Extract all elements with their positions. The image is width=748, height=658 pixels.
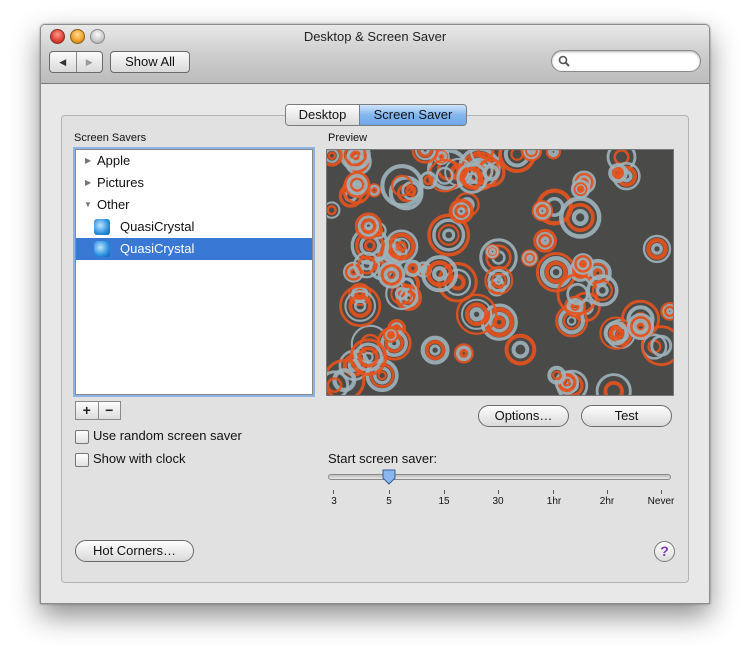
tab-desktop[interactable]: Desktop <box>286 105 360 125</box>
tick-label: 1hr <box>546 496 562 507</box>
disclosure-triangle-right-icon[interactable]: ▶ <box>85 150 91 172</box>
list-item-quasicrystal-selected[interactable]: QuasiCrystal <box>76 238 312 260</box>
back-arrow-icon: ◀ <box>59 56 67 67</box>
search-field[interactable] <box>551 50 701 72</box>
slider-tick <box>661 490 662 494</box>
tab-control: Desktop Screen Saver <box>285 104 467 126</box>
preview-heading: Preview <box>328 132 368 144</box>
screen-savers-list[interactable]: ▶ Apple ▶ Pictures ▼ Other QuasiCrystal … <box>75 149 313 395</box>
back-forward-group: ◀ ▶ <box>49 51 103 73</box>
list-item-pictures[interactable]: ▶ Pictures <box>76 172 312 194</box>
options-button[interactable]: Options… <box>478 405 569 427</box>
forward-arrow-icon: ▶ <box>85 56 93 67</box>
tick-label: 2hr <box>599 496 615 507</box>
tick-label: Never <box>647 496 675 507</box>
list-item-label: Apple <box>97 153 131 168</box>
hot-corners-button[interactable]: Hot Corners… <box>75 540 194 562</box>
list-item-other[interactable]: ▼ Other <box>76 194 312 216</box>
list-item-label: Other <box>97 197 130 212</box>
slider-tick <box>444 490 445 494</box>
start-delay-slider[interactable] <box>328 474 671 480</box>
tick-label: 3 <box>331 496 337 507</box>
list-item-label: Pictures <box>97 175 144 190</box>
slider-tick <box>498 490 499 494</box>
remove-button[interactable]: − <box>99 402 121 419</box>
window-title: Desktop & Screen Saver <box>303 29 447 44</box>
test-button[interactable]: Test <box>581 405 672 427</box>
tick-label: 30 <box>492 496 504 507</box>
quasicrystal-icon <box>94 241 110 257</box>
slider-tick <box>607 490 608 494</box>
show-clock-label: Show with clock <box>93 451 186 466</box>
add-remove-buttons: + − <box>75 401 121 420</box>
random-screen-saver-label: Use random screen saver <box>93 428 242 443</box>
show-all-button[interactable]: Show All <box>110 51 190 73</box>
list-item-apple[interactable]: ▶ Apple <box>76 150 312 172</box>
forward-button[interactable]: ▶ <box>77 52 103 72</box>
tab-screen-saver[interactable]: Screen Saver <box>360 105 466 125</box>
start-screen-saver-label: Start screen saver: <box>328 451 438 466</box>
disclosure-triangle-down-icon[interactable]: ▼ <box>84 194 92 216</box>
slider-tick <box>553 490 554 494</box>
quasicrystal-pattern-image <box>327 150 673 395</box>
titlebar: Desktop & Screen Saver ◀ ▶ Show All <box>41 25 709 84</box>
add-button[interactable]: + <box>76 402 99 419</box>
disclosure-triangle-right-icon[interactable]: ▶ <box>85 172 91 194</box>
tick-label: 15 <box>438 496 450 507</box>
random-screen-saver-checkbox[interactable] <box>75 430 89 444</box>
show-clock-checkbox[interactable] <box>75 453 89 467</box>
list-item-label: QuasiCrystal <box>120 241 195 256</box>
screen-saver-preview <box>326 149 674 396</box>
help-button[interactable]: ? <box>654 541 675 562</box>
system-preferences-window: Desktop & Screen Saver ◀ ▶ Show All Desk… <box>40 24 710 604</box>
tick-label: 5 <box>386 496 392 507</box>
slider-tick <box>389 490 390 494</box>
list-item-quasicrystal[interactable]: QuasiCrystal <box>76 216 312 238</box>
screen-savers-heading: Screen Savers <box>74 132 147 144</box>
slider-tick <box>333 490 334 494</box>
search-icon <box>558 55 570 67</box>
quasicrystal-icon <box>94 219 110 235</box>
list-item-label: QuasiCrystal <box>120 219 195 234</box>
back-button[interactable]: ◀ <box>50 52 77 72</box>
slider-knob[interactable] <box>382 469 396 485</box>
